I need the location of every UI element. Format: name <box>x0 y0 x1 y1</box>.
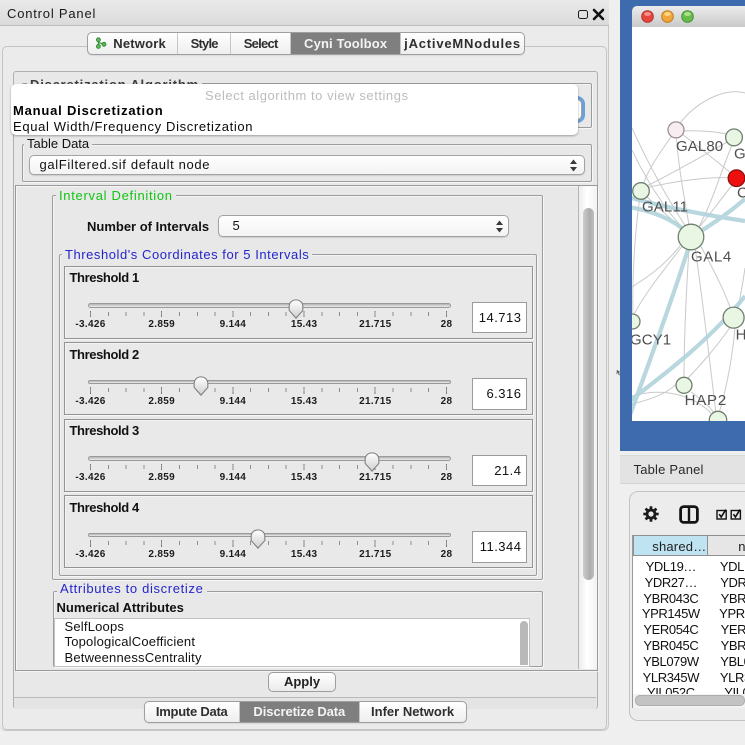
svg-text:C: C <box>737 185 745 202</box>
svg-text:GCY1: GCY1 <box>632 331 671 348</box>
svg-text:GAL80: GAL80 <box>676 138 723 155</box>
svg-text:H: H <box>736 326 745 343</box>
svg-text:HAP2: HAP2 <box>685 392 727 409</box>
svg-text:GAL4: GAL4 <box>691 249 732 266</box>
svg-text:GA: GA <box>734 146 745 163</box>
svg-text:GAL11: GAL11 <box>642 199 688 216</box>
